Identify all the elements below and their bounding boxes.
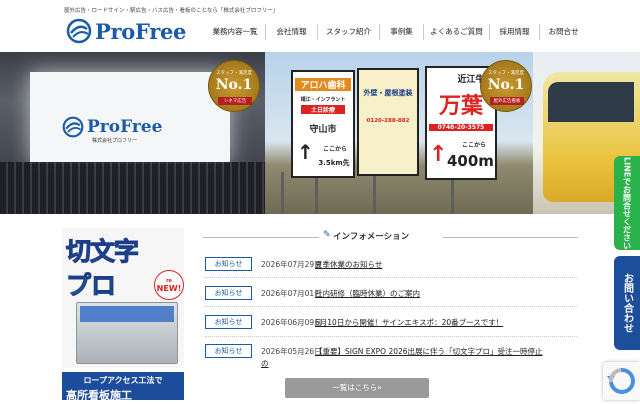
news-category-tag[interactable]: お知らせ — [205, 315, 252, 329]
profree-logo-icon — [66, 18, 92, 44]
recaptcha-badge[interactable] — [603, 362, 640, 400]
billboard-post — [373, 172, 376, 214]
news-date: 2026年05月26日 — [261, 347, 322, 356]
news-category-tag[interactable]: お知らせ — [205, 257, 252, 271]
pencil-icon: ✎ — [323, 230, 331, 240]
news-title-link[interactable]: 社内研修（臨時休業）のご案内 — [315, 288, 420, 299]
kirimoji-pro-banner[interactable]: 切文字 プロ re NEW! — [62, 228, 184, 368]
news-title-link[interactable]: 夏季休業のお知らせ — [315, 259, 382, 270]
billboard-restaurant-here: ここから — [461, 142, 486, 149]
nav-services[interactable]: 業務内容一覧 — [205, 24, 265, 40]
badge-top-text: スタッフ・満足度 — [216, 71, 252, 76]
no1-badge-cinema: スタッフ・満足度 No.1 シネマ広告 — [208, 60, 260, 112]
rope-access-line1: ロープアクセス工法で — [83, 376, 163, 385]
billboard-restaurant-phone: 0748-20-3575 — [429, 124, 493, 131]
news-divider — [205, 306, 577, 307]
rope-access-line2: 高所看板施工 — [66, 389, 132, 400]
news-item: お知らせ 2026年07月01日 社内研修（臨時休業）のご案内 — [205, 286, 577, 300]
badge-sub-text: 屋外広告看板 — [490, 97, 524, 105]
line-contact-tab[interactable]: LINEでお問合せください — [614, 156, 640, 250]
site-logo[interactable]: ProFree — [66, 18, 186, 44]
billboard-city: 守山市 — [309, 125, 337, 135]
news-title-link[interactable]: 6月10日から開催！サインエキスポ：20番ブースです！ — [315, 317, 503, 328]
promo-title-line2: プロ — [65, 271, 117, 301]
screen-company-name: 株式会社プロフリー — [92, 138, 138, 144]
promo-title-line1: 切文字 — [65, 237, 139, 267]
screen-logo-text: ProFree — [87, 117, 163, 137]
nav-recruit[interactable]: 採用情報 — [489, 24, 539, 40]
no1-badge-outdoor: スタッフ・満足度 No.1 屋外広告看板 — [480, 60, 532, 112]
info-heading-text: インフォメーション — [333, 232, 410, 242]
badge-sub-text: シネマ広告 — [218, 97, 252, 105]
main-nav: 業務内容一覧 会社情報 スタッフ紹介 事例集 よくあるご質問 採用情報 お問合せ — [205, 24, 587, 40]
line-tab-label: LINEでお問合せください — [622, 156, 632, 250]
nav-company[interactable]: 会社情報 — [265, 24, 317, 40]
u-turn-arrow-icon: ↑ — [429, 142, 448, 167]
news-item: お知らせ 2026年05月26日 【重要】SIGN EXPO 2026出展に伴う… — [205, 344, 577, 372]
news-date: 2026年07月01日 — [261, 289, 322, 298]
billboard-distance: 3.5km先 — [318, 159, 350, 167]
header-tagline: 屋外広告・ロードサイン・駅広告・バス広告・看板のことなら「株式会社プロフリー」 — [64, 8, 279, 14]
news-date: 2026年07月29日 — [261, 260, 322, 269]
news-title-continuation[interactable]: の — [261, 358, 269, 369]
billboard-post — [281, 172, 284, 214]
site-header: 屋外広告・ロードサイン・駅広告・バス広告・看板のことなら「株式会社プロフリー」 … — [0, 0, 640, 52]
renew-big-text: NEW! — [156, 284, 182, 293]
arrow-up-icon: ↑ — [297, 140, 314, 164]
nav-cases[interactable]: 事例集 — [379, 24, 423, 40]
billboard-painting: 外壁・屋根塗装 0120-288-882 — [357, 68, 419, 176]
news-divider — [205, 336, 577, 337]
news-item: お知らせ 2026年07月29日 夏季休業のお知らせ — [205, 257, 577, 271]
badge-no1-text: No.1 — [215, 77, 253, 93]
bus-window — [548, 82, 634, 122]
heading-rule-left — [203, 237, 319, 238]
billboard-painting-title: 外壁・屋根塗装 — [363, 89, 413, 97]
news-divider — [205, 277, 577, 278]
news-item: お知らせ 2026年06月09日 6月10日から開催！サインエキスポ：20番ブー… — [205, 315, 577, 329]
cinema-seats — [0, 162, 265, 214]
mail-contact-tab[interactable]: お問い合わせ — [614, 256, 640, 350]
nav-staff[interactable]: スタッフ紹介 — [317, 24, 379, 40]
view-all-button[interactable]: 一覧はこちら» — [285, 378, 429, 398]
news-title-link[interactable]: 【重要】SIGN EXPO 2026出展に伴う「切文字プロ」受注一時停止 — [315, 346, 543, 357]
billboard-dental-sub: 靖江・インフラント — [300, 97, 346, 103]
billboard-dental-clinic: 土日診療 — [301, 105, 345, 114]
billboard-dental-title: アロハ歯科 — [295, 78, 351, 91]
billboard-restaurant-distance: 400m — [447, 152, 494, 170]
info-section-heading: ✎ インフォメーション — [203, 229, 578, 245]
hero-slider[interactable]: ProFree 株式会社プロフリー スタッフ・満足度 No.1 シネマ広告 アロ… — [0, 52, 640, 214]
news-category-tag[interactable]: お知らせ — [205, 286, 252, 300]
profree-logo-icon — [62, 116, 84, 138]
nav-faq[interactable]: よくあるご質問 — [423, 24, 489, 40]
badge-no1-text: No.1 — [487, 77, 525, 93]
mail-tab-label: お問い合わせ — [621, 273, 633, 333]
heading-rule-right — [443, 237, 578, 238]
recaptcha-icon — [607, 367, 635, 394]
news-date: 2026年06月09日 — [261, 318, 322, 327]
screen-logo: ProFree — [62, 116, 162, 138]
logo-text: ProFree — [95, 18, 187, 44]
nav-contact[interactable]: お問合せ — [539, 24, 587, 40]
badge-top-text: スタッフ・満足度 — [488, 71, 524, 76]
news-category-tag[interactable]: お知らせ — [205, 344, 252, 358]
billboard-here: ここから — [322, 146, 347, 153]
renew-badge: re NEW! — [154, 270, 184, 300]
cutting-machine-lid — [80, 306, 174, 322]
billboard-post — [315, 172, 318, 214]
rope-access-banner[interactable]: ロープアクセス工法で 高所看板施工 — [62, 372, 184, 400]
billboard-dental: アロハ歯科 靖江・インフラント 土日診療 守山市 ここから 3.5km先 ↑ — [291, 70, 355, 178]
billboard-painting-phone: 0120-288-882 — [366, 118, 410, 124]
